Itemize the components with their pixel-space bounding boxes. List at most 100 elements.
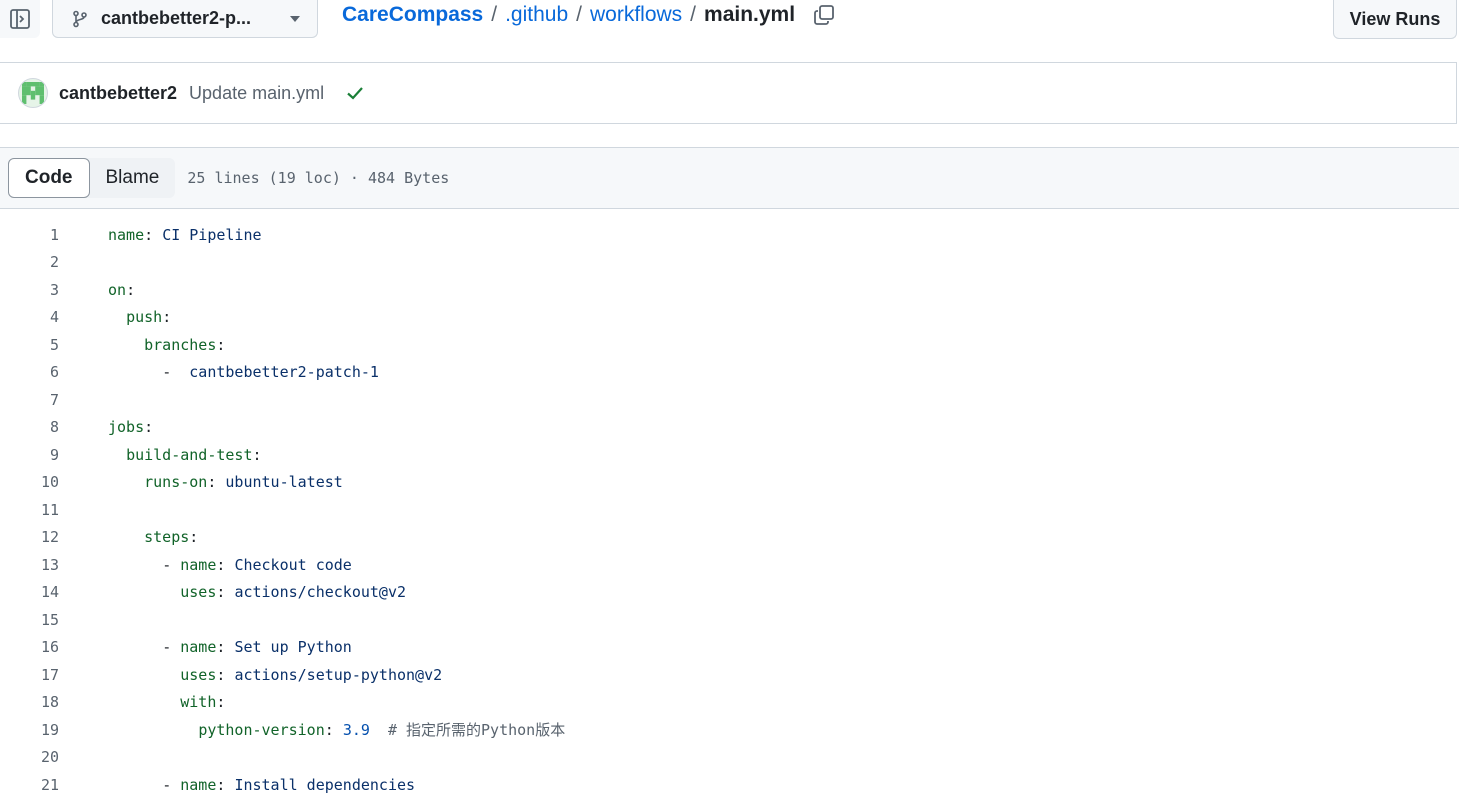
identicon-icon — [22, 82, 44, 104]
code-view: 1 name: CI Pipeline 2 3 on: 4 push: 5 branches… — [0, 221, 1459, 799]
line-number[interactable]: 18 — [0, 693, 59, 711]
code-key: uses — [180, 665, 217, 684]
tab-blame[interactable]: Blame — [90, 158, 176, 198]
check-icon[interactable] — [344, 82, 366, 104]
line-number[interactable]: 20 — [0, 748, 59, 766]
code-val: ubuntu-latest — [225, 473, 343, 492]
code-key: with — [180, 693, 217, 712]
code-line: 17 uses: actions/setup-python@v2 — [0, 661, 1459, 689]
code-val: cantbebetter2-patch-1 — [189, 363, 379, 382]
code-line: 11 — [0, 496, 1459, 524]
view-runs-button[interactable]: View Runs — [1333, 0, 1457, 39]
line-content: build-and-test: — [126, 445, 262, 464]
line-content: - name: Checkout code — [162, 555, 352, 574]
line-number[interactable]: 19 — [0, 721, 59, 739]
code-val: actions/setup-python@v2 — [234, 665, 443, 684]
line-number[interactable]: 13 — [0, 556, 59, 574]
line-content: uses: actions/checkout@v2 — [180, 583, 407, 602]
code-val: Checkout code — [234, 555, 352, 574]
code-val: Install dependencies — [234, 775, 416, 794]
line-number[interactable]: 15 — [0, 611, 59, 629]
code-key: uses — [180, 583, 217, 602]
code-line: 21 - name: Install dependencies — [0, 771, 1459, 799]
line-number[interactable]: 3 — [0, 281, 59, 299]
code-line: 19 python-version: 3.9 # 指定所需的Python版本 — [0, 716, 1459, 744]
code-line: 8 jobs: — [0, 414, 1459, 442]
line-number[interactable]: 21 — [0, 776, 59, 794]
code-line: 10 runs-on: ubuntu-latest — [0, 469, 1459, 497]
breadcrumb-separator: / — [576, 3, 582, 26]
line-number[interactable]: 17 — [0, 666, 59, 684]
code-line: 7 — [0, 386, 1459, 414]
breadcrumb: CareCompass / .github / workflows / main… — [342, 3, 835, 27]
code-num: 3.9 — [342, 721, 370, 740]
code-key: push — [126, 308, 163, 327]
view-mode-toggle: Code Blame — [8, 158, 176, 198]
line-number[interactable]: 6 — [0, 363, 59, 381]
copy-path-button[interactable] — [813, 4, 835, 26]
line-content: uses: actions/setup-python@v2 — [180, 665, 443, 684]
line-content: on: — [108, 280, 136, 299]
branch-selector[interactable]: cantbebetter2-p... — [52, 0, 318, 38]
commit-message-link[interactable]: Update main.yml — [189, 83, 324, 104]
sidebar-expand-icon — [10, 9, 30, 29]
code-line: 16 - name: Set up Python — [0, 634, 1459, 662]
line-number[interactable]: 4 — [0, 308, 59, 326]
code-key: name — [180, 638, 217, 657]
file-header: Code Blame 25 lines (19 loc) · 484 Bytes — [0, 147, 1459, 209]
line-content: jobs: — [108, 418, 154, 437]
code-key: steps — [144, 528, 190, 547]
code-line: 6 - cantbebetter2-patch-1 — [0, 359, 1459, 387]
code-val: CI Pipeline — [162, 225, 262, 244]
line-number[interactable]: 16 — [0, 638, 59, 656]
code-line: 18 with: — [0, 689, 1459, 717]
breadcrumb-current-file: main.yml — [704, 3, 796, 26]
caret-down-icon — [290, 15, 300, 22]
line-number[interactable]: 7 — [0, 391, 59, 409]
code-line: 5 branches: — [0, 331, 1459, 359]
line-number[interactable]: 1 — [0, 226, 59, 244]
line-content: runs-on: ubuntu-latest — [144, 473, 343, 492]
line-number[interactable]: 8 — [0, 418, 59, 436]
line-content: - name: Set up Python — [162, 638, 352, 657]
tab-code[interactable]: Code — [8, 158, 90, 198]
code-line: 4 push: — [0, 304, 1459, 332]
breadcrumb-separator: / — [491, 3, 498, 26]
line-content: name: CI Pipeline — [108, 225, 262, 244]
code-line: 14 uses: actions/checkout@v2 — [0, 579, 1459, 607]
line-number[interactable]: 14 — [0, 583, 59, 601]
code-val: Set up Python — [234, 638, 352, 657]
line-content: branches: — [144, 335, 226, 354]
copy-icon — [814, 5, 834, 25]
line-number[interactable]: 2 — [0, 253, 59, 271]
line-content: with: — [180, 693, 226, 712]
side-panel-toggle-button[interactable] — [0, 0, 40, 38]
code-key: name — [180, 775, 217, 794]
line-number[interactable]: 9 — [0, 446, 59, 464]
code-key: name — [180, 555, 217, 574]
code-line: 15 — [0, 606, 1459, 634]
code-key: runs-on — [144, 473, 208, 492]
breadcrumb-github-link[interactable]: .github — [505, 3, 568, 27]
git-branch-icon — [73, 10, 87, 27]
code-line: 9 build-and-test: — [0, 441, 1459, 469]
code-key: python-version — [198, 721, 325, 740]
breadcrumb-repo-link[interactable]: CareCompass — [342, 3, 483, 27]
breadcrumb-workflows-link[interactable]: workflows — [590, 3, 682, 27]
line-number[interactable]: 10 — [0, 473, 59, 491]
code-line: 2 — [0, 249, 1459, 277]
line-content: push: — [126, 308, 172, 327]
line-content: - name: Install dependencies — [162, 775, 416, 794]
avatar[interactable] — [18, 78, 48, 108]
line-content: steps: — [144, 528, 199, 547]
code-line: 12 steps: — [0, 524, 1459, 552]
line-content: python-version: 3.9 # 指定所需的Python版本 — [198, 721, 566, 740]
branch-name: cantbebetter2-p... — [101, 8, 252, 28]
breadcrumb-separator: / — [690, 3, 697, 26]
line-number[interactable]: 12 — [0, 528, 59, 546]
code-line: 20 — [0, 744, 1459, 772]
line-number[interactable]: 11 — [0, 501, 59, 519]
commit-author-link[interactable]: cantbebetter2 — [59, 83, 177, 104]
code-comment: # 指定所需的Python版本 — [369, 721, 566, 740]
line-number[interactable]: 5 — [0, 336, 59, 354]
